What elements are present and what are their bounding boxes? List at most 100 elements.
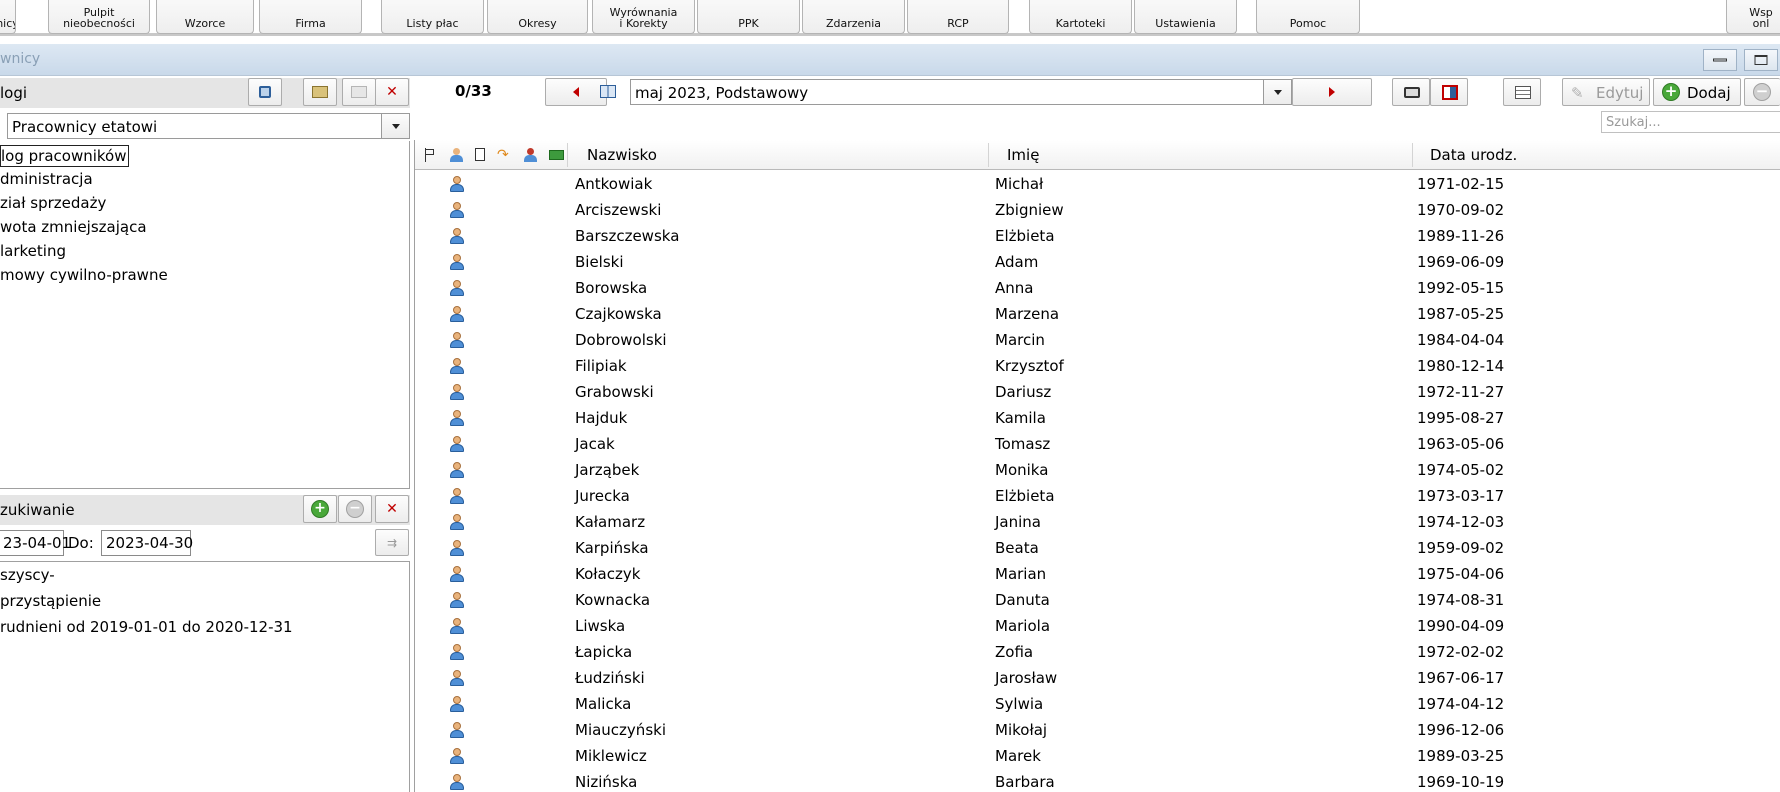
remove-filter-button[interactable]: − [338, 495, 372, 523]
table-row[interactable]: Bielski Adam 1969-06-09 [415, 249, 1780, 275]
table-row[interactable]: Nizińska Barbara 1969-10-19 [415, 769, 1780, 792]
tree-item-sales[interactable]: ział sprzedaży [0, 193, 106, 213]
filter-item-all[interactable]: szyscy- [0, 566, 55, 584]
ribbon-firma-button[interactable]: Firma [259, 0, 362, 34]
date-from-field[interactable]: 23-04-01 [0, 530, 71, 556]
table-row[interactable]: Antkowiak Michał 1971-02-15 [415, 171, 1780, 197]
filter-item-joining[interactable]: przystąpienie [0, 592, 101, 610]
document-icon[interactable] [473, 148, 487, 162]
person-icon[interactable] [449, 148, 463, 162]
ribbon-listy-plac-button[interactable]: Listy płac [381, 0, 484, 34]
cell-surname: Jurecka [575, 487, 630, 505]
person-alert-icon[interactable] [523, 148, 537, 162]
chevron-down-icon [1273, 90, 1282, 95]
ribbon-pulpit-button[interactable]: Pulpit nieobecności [48, 0, 150, 34]
cash-icon[interactable] [549, 148, 564, 162]
table-row[interactable]: Karpińska Beata 1959-09-02 [415, 535, 1780, 561]
dropdown-button[interactable] [381, 114, 409, 138]
search-input[interactable] [1602, 112, 1780, 132]
add-filter-button[interactable]: + [303, 495, 337, 523]
period-select[interactable]: maj 2023, Podstawowy [630, 79, 1292, 105]
ribbon-okresy-button[interactable]: Okresy [487, 0, 588, 34]
column-header-birthdate[interactable]: Data urodz. [1430, 146, 1517, 164]
ribbon-button-label: Wsp onl [1749, 6, 1773, 30]
ribbon-rcp-button[interactable]: RCP [907, 0, 1009, 34]
add-button[interactable]: + Dodaj [1653, 78, 1741, 106]
column-header-name[interactable]: Imię [1007, 146, 1039, 164]
ribbon-button-label: Listy płac [406, 17, 459, 30]
table-row[interactable]: Borowska Anna 1992-05-15 [415, 275, 1780, 301]
employee-icon [449, 228, 465, 244]
remove-folder-button[interactable] [342, 78, 376, 106]
columns-button[interactable] [1503, 78, 1541, 106]
table-row[interactable]: Łapicka Zofia 1972-02-02 [415, 639, 1780, 665]
ribbon-kartoteki-button[interactable]: Kartoteki [1029, 0, 1132, 34]
tree-item-marketing[interactable]: larketing [0, 241, 66, 261]
tree-item-civil-contracts[interactable]: mowy cywilno-prawne [0, 265, 168, 285]
cell-surname: Filipiak [575, 357, 627, 375]
table-row[interactable]: Łudziński Jarosław 1967-06-17 [415, 665, 1780, 691]
table-row[interactable]: Malicka Sylwia 1974-04-12 [415, 691, 1780, 717]
maximize-button[interactable] [1744, 49, 1778, 71]
table-row[interactable]: Kołaczyk Marian 1975-04-06 [415, 561, 1780, 587]
cell-birthdate: 1967-06-17 [1417, 669, 1505, 687]
ribbon-zdarzenia-button[interactable]: Zdarzenia [802, 0, 905, 34]
table-row[interactable]: Arciszewski Zbigniew 1970-09-02 [415, 197, 1780, 223]
ribbon-pomoc-button[interactable]: Pomoc [1256, 0, 1360, 34]
table-row[interactable]: Liwska Mariola 1990-04-09 [415, 613, 1780, 639]
book-icon[interactable] [600, 85, 616, 98]
print-button[interactable] [1392, 78, 1430, 106]
table-row[interactable]: Dobrowolski Marcin 1984-04-04 [415, 327, 1780, 353]
table-row[interactable]: Jacak Tomasz 1963-05-06 [415, 431, 1780, 457]
ribbon-pracownicy-button[interactable]: wnicy [0, 0, 16, 34]
table-row[interactable]: Jarząbek Monika 1974-05-02 [415, 457, 1780, 483]
table-row[interactable]: Miklewicz Marek 1989-03-25 [415, 743, 1780, 769]
filter-item-employed[interactable]: rudnieni od 2019-01-01 do 2020-12-31 [0, 618, 293, 636]
export-button[interactable] [1430, 78, 1468, 106]
ribbon-wsparcie-button[interactable]: Wsp onl [1726, 0, 1780, 34]
delete-button[interactable]: − [1744, 78, 1780, 106]
employee-group-select[interactable]: Pracownicy etatowi [7, 113, 410, 139]
cell-name: Barbara [995, 773, 1055, 791]
cell-birthdate: 1989-03-25 [1417, 747, 1505, 765]
ribbon-button-label: Wzorce [184, 17, 226, 30]
close-catalogs-button[interactable]: ✕ [375, 78, 409, 106]
table-row[interactable]: Kałamarz Janina 1974-12-03 [415, 509, 1780, 535]
ribbon-ppk-button[interactable]: PPK [697, 0, 800, 34]
table-row[interactable]: Jurecka Elżbieta 1973-03-17 [415, 483, 1780, 509]
ribbon-wzorce-button[interactable]: Wzorce [156, 0, 254, 34]
cell-birthdate: 1975-04-06 [1417, 565, 1505, 583]
table-row[interactable]: Grabowski Dariusz 1972-11-27 [415, 379, 1780, 405]
close-search-button[interactable]: ✕ [375, 495, 409, 523]
next-period-button[interactable] [1292, 78, 1372, 106]
tree-item-administration[interactable]: dministracja [0, 169, 93, 189]
cell-surname: Kołaczyk [575, 565, 641, 583]
cell-surname: Kałamarz [575, 513, 646, 531]
table-row[interactable]: Kownacka Danuta 1974-08-31 [415, 587, 1780, 613]
share-icon[interactable]: ↷ [497, 148, 511, 162]
ribbon-button-label: PPK [738, 17, 759, 30]
column-header-surname[interactable]: Nazwisko [587, 146, 657, 164]
apply-dates-button[interactable]: ⇉ [375, 529, 409, 556]
ribbon-ustawienia-button[interactable]: Ustawienia [1134, 0, 1237, 34]
lock-button[interactable] [248, 78, 282, 106]
dropdown-button[interactable] [1263, 80, 1291, 104]
table-row[interactable]: Filipiak Krzysztof 1980-12-14 [415, 353, 1780, 379]
plus-icon: + [311, 500, 329, 518]
table-row[interactable]: Czajkowska Marzena 1987-05-25 [415, 301, 1780, 327]
minimize-button[interactable] [1703, 49, 1737, 71]
date-to-field[interactable]: 2023-04-30 [101, 530, 193, 556]
edit-button[interactable]: ✎ Edytuj [1562, 78, 1650, 106]
tree-item-tax-reduction[interactable]: wota zmniejszająca [0, 217, 147, 237]
ribbon-wyrownania-button[interactable]: Wyrównania i Korekty [592, 0, 695, 34]
employee-icon [449, 332, 465, 348]
table-row[interactable]: Miauczyński Mikołaj 1996-12-06 [415, 717, 1780, 743]
table-row[interactable]: Hajduk Kamila 1995-08-27 [415, 405, 1780, 431]
table-row[interactable]: Barszczewska Elżbieta 1989-11-26 [415, 223, 1780, 249]
search-box[interactable] [1601, 111, 1780, 133]
previous-period-button[interactable] [545, 78, 607, 106]
add-folder-button[interactable] [303, 78, 337, 106]
flag-icon[interactable] [423, 148, 437, 162]
employee-icon [449, 280, 465, 296]
tree-item-catalog[interactable]: log pracowników [0, 145, 130, 167]
